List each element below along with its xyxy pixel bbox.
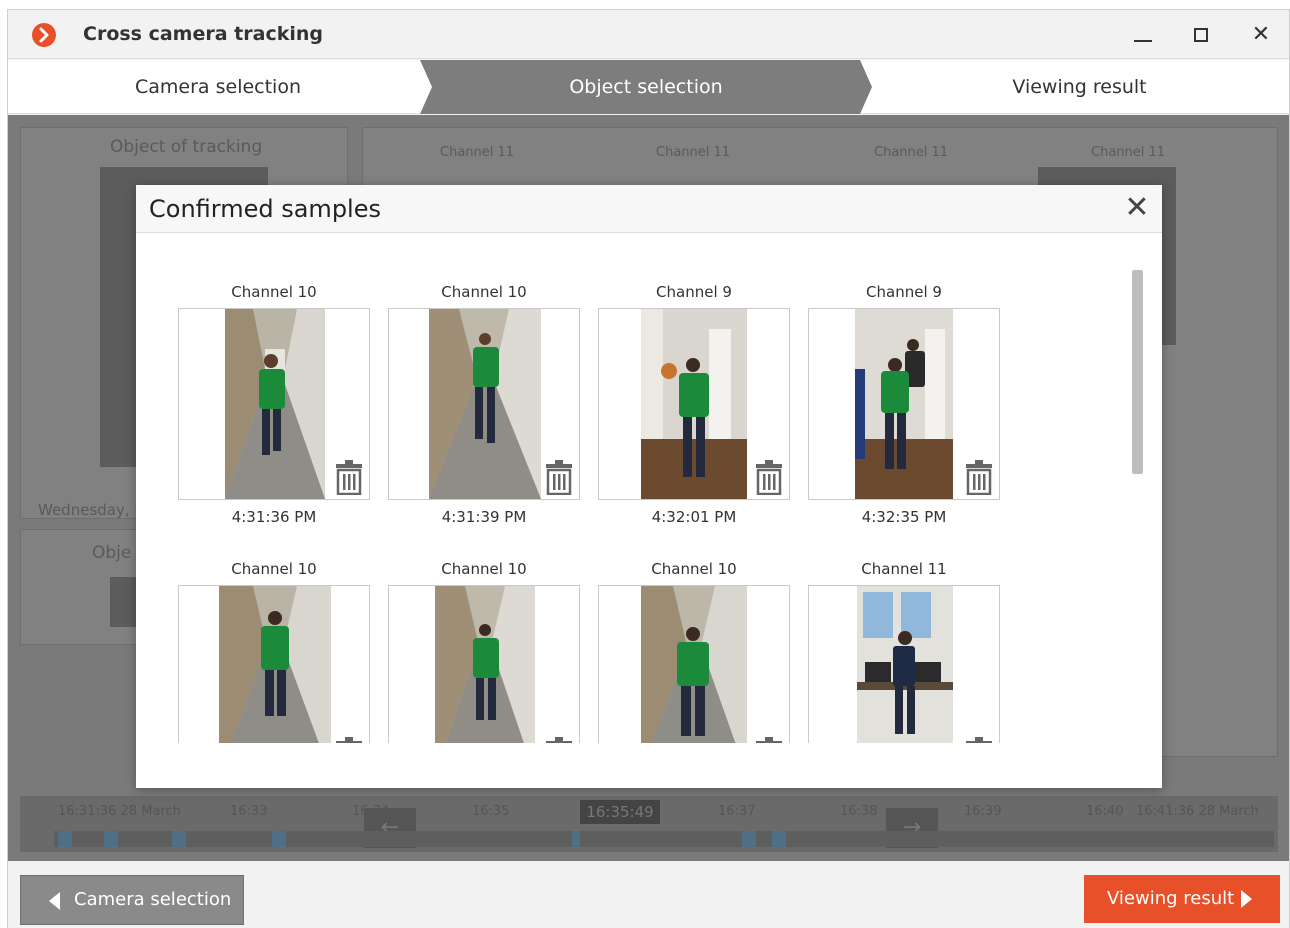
app-logo-icon (32, 23, 56, 47)
sample-card[interactable]: Channel 11 (808, 560, 1000, 743)
sample-channel: Channel 11 (861, 560, 947, 578)
timeline-tick: 16:35 (472, 804, 510, 819)
trash-icon[interactable] (964, 459, 994, 495)
sample-card[interactable]: Channel 9 (808, 283, 1000, 533)
channel-header: Channel 11 (656, 145, 731, 160)
timeline-end: 16:41:36 28 March (1136, 804, 1259, 819)
timeline-current-time: 16:35:49 (580, 800, 660, 824)
sample-image (857, 586, 953, 743)
timeline-start: 16:31:36 28 March (58, 804, 181, 819)
channel-header: Channel 11 (874, 145, 949, 160)
sample-image (855, 309, 953, 499)
timeline-marker[interactable] (742, 831, 756, 847)
dialog-close-icon[interactable]: ✕ (1124, 191, 1150, 225)
sample-image (641, 586, 747, 743)
arrow-left-icon (49, 892, 60, 910)
title-bar: Cross camera tracking ✕ (8, 10, 1289, 59)
sample-frame (808, 308, 1000, 500)
sample-card[interactable]: Channel 10 (178, 283, 370, 533)
confirmed-samples-dialog: Confirmed samples ✕ Channel 10 4:31:36 P… (136, 185, 1162, 788)
sample-channel: Channel 10 (441, 283, 527, 301)
trash-icon[interactable] (334, 459, 364, 495)
step-camera-selection[interactable]: Camera selection (8, 60, 428, 114)
timeline-marker[interactable] (58, 831, 72, 847)
timeline-marker[interactable] (272, 831, 286, 847)
sample-time: 4:31:36 PM (231, 508, 317, 526)
arrow-right-icon (1241, 890, 1252, 908)
channel-header: Channel 11 (1091, 145, 1166, 160)
sample-image (641, 309, 747, 499)
samples-grid: Channel 10 4:31:36 PM Channel 10 4:31:39… (136, 233, 1126, 743)
sample-channel: Channel 10 (231, 560, 317, 578)
timeline-marker[interactable] (104, 831, 118, 847)
sample-frame (178, 585, 370, 743)
sample-channel: Channel 10 (441, 560, 527, 578)
sample-image (429, 309, 541, 499)
sample-frame (388, 308, 580, 500)
sample-image (225, 309, 325, 499)
timeline-tick: 16:33 (230, 804, 268, 819)
timeline-tick: 16:39 (964, 804, 1002, 819)
trash-icon[interactable] (544, 736, 574, 743)
sample-card[interactable]: Channel 10 (388, 283, 580, 533)
back-button-label: Camera selection (74, 889, 232, 910)
object-date: Wednesday, I (38, 501, 139, 519)
back-button[interactable]: Camera selection (20, 875, 244, 925)
channel-header: Channel 11 (440, 145, 515, 160)
sample-image (435, 586, 535, 743)
object-panel-title: Object of tracking (110, 137, 263, 157)
trash-icon[interactable] (544, 459, 574, 495)
sample-card[interactable]: Channel 10 (388, 560, 580, 743)
sample-channel: Channel 10 (231, 283, 317, 301)
sample-frame (598, 585, 790, 743)
sample-channel: Channel 9 (656, 283, 732, 301)
sample-image (219, 586, 331, 743)
sample-time: 4:32:35 PM (861, 508, 947, 526)
sample-frame (808, 585, 1000, 743)
trash-icon[interactable] (964, 736, 994, 743)
trash-icon[interactable] (334, 736, 364, 743)
maximize-icon[interactable] (1186, 20, 1216, 50)
minimize-icon[interactable] (1128, 20, 1158, 50)
close-icon[interactable]: ✕ (1246, 20, 1276, 50)
trash-icon[interactable] (754, 736, 784, 743)
object-label: Obje (92, 543, 132, 563)
dialog-title: Confirmed samples (149, 195, 381, 223)
sample-card[interactable]: Channel 9 (598, 283, 790, 533)
step-object-selection[interactable]: Object selection (420, 60, 872, 114)
sample-channel: Channel 9 (866, 283, 942, 301)
step-object-selection-label: Object selection (569, 76, 723, 98)
timeline-track[interactable] (54, 831, 1274, 847)
timeline-tick: 16:37 (718, 804, 756, 819)
window-title: Cross camera tracking (83, 23, 323, 45)
sample-frame (598, 308, 790, 500)
timeline-tick: 16:40 (1086, 804, 1124, 819)
sample-card[interactable]: Channel 10 (178, 560, 370, 743)
sample-channel: Channel 10 (651, 560, 737, 578)
timeline-marker[interactable] (172, 831, 186, 847)
sample-frame (388, 585, 580, 743)
next-button-label: Viewing result (1107, 888, 1235, 909)
timeline[interactable]: 16:31:36 28 March 16:33 16:34 16:35 16:3… (20, 796, 1278, 852)
sample-frame (178, 308, 370, 500)
sample-time: 4:32:01 PM (651, 508, 737, 526)
sample-card[interactable]: Channel 10 (598, 560, 790, 743)
sample-time: 4:31:39 PM (441, 508, 527, 526)
trash-icon[interactable] (754, 459, 784, 495)
scrollbar-thumb[interactable] (1132, 270, 1143, 474)
wizard-steps: Camera selection Object selection Viewin… (8, 60, 1289, 114)
timeline-marker[interactable] (572, 831, 580, 847)
dialog-header: Confirmed samples ✕ (136, 185, 1162, 233)
step-viewing-result[interactable]: Viewing result (868, 60, 1290, 114)
next-button[interactable]: Viewing result (1084, 875, 1280, 923)
footer: Camera selection Viewing result (8, 861, 1289, 928)
timeline-tick: 16:38 (840, 804, 878, 819)
timeline-marker[interactable] (772, 831, 786, 847)
